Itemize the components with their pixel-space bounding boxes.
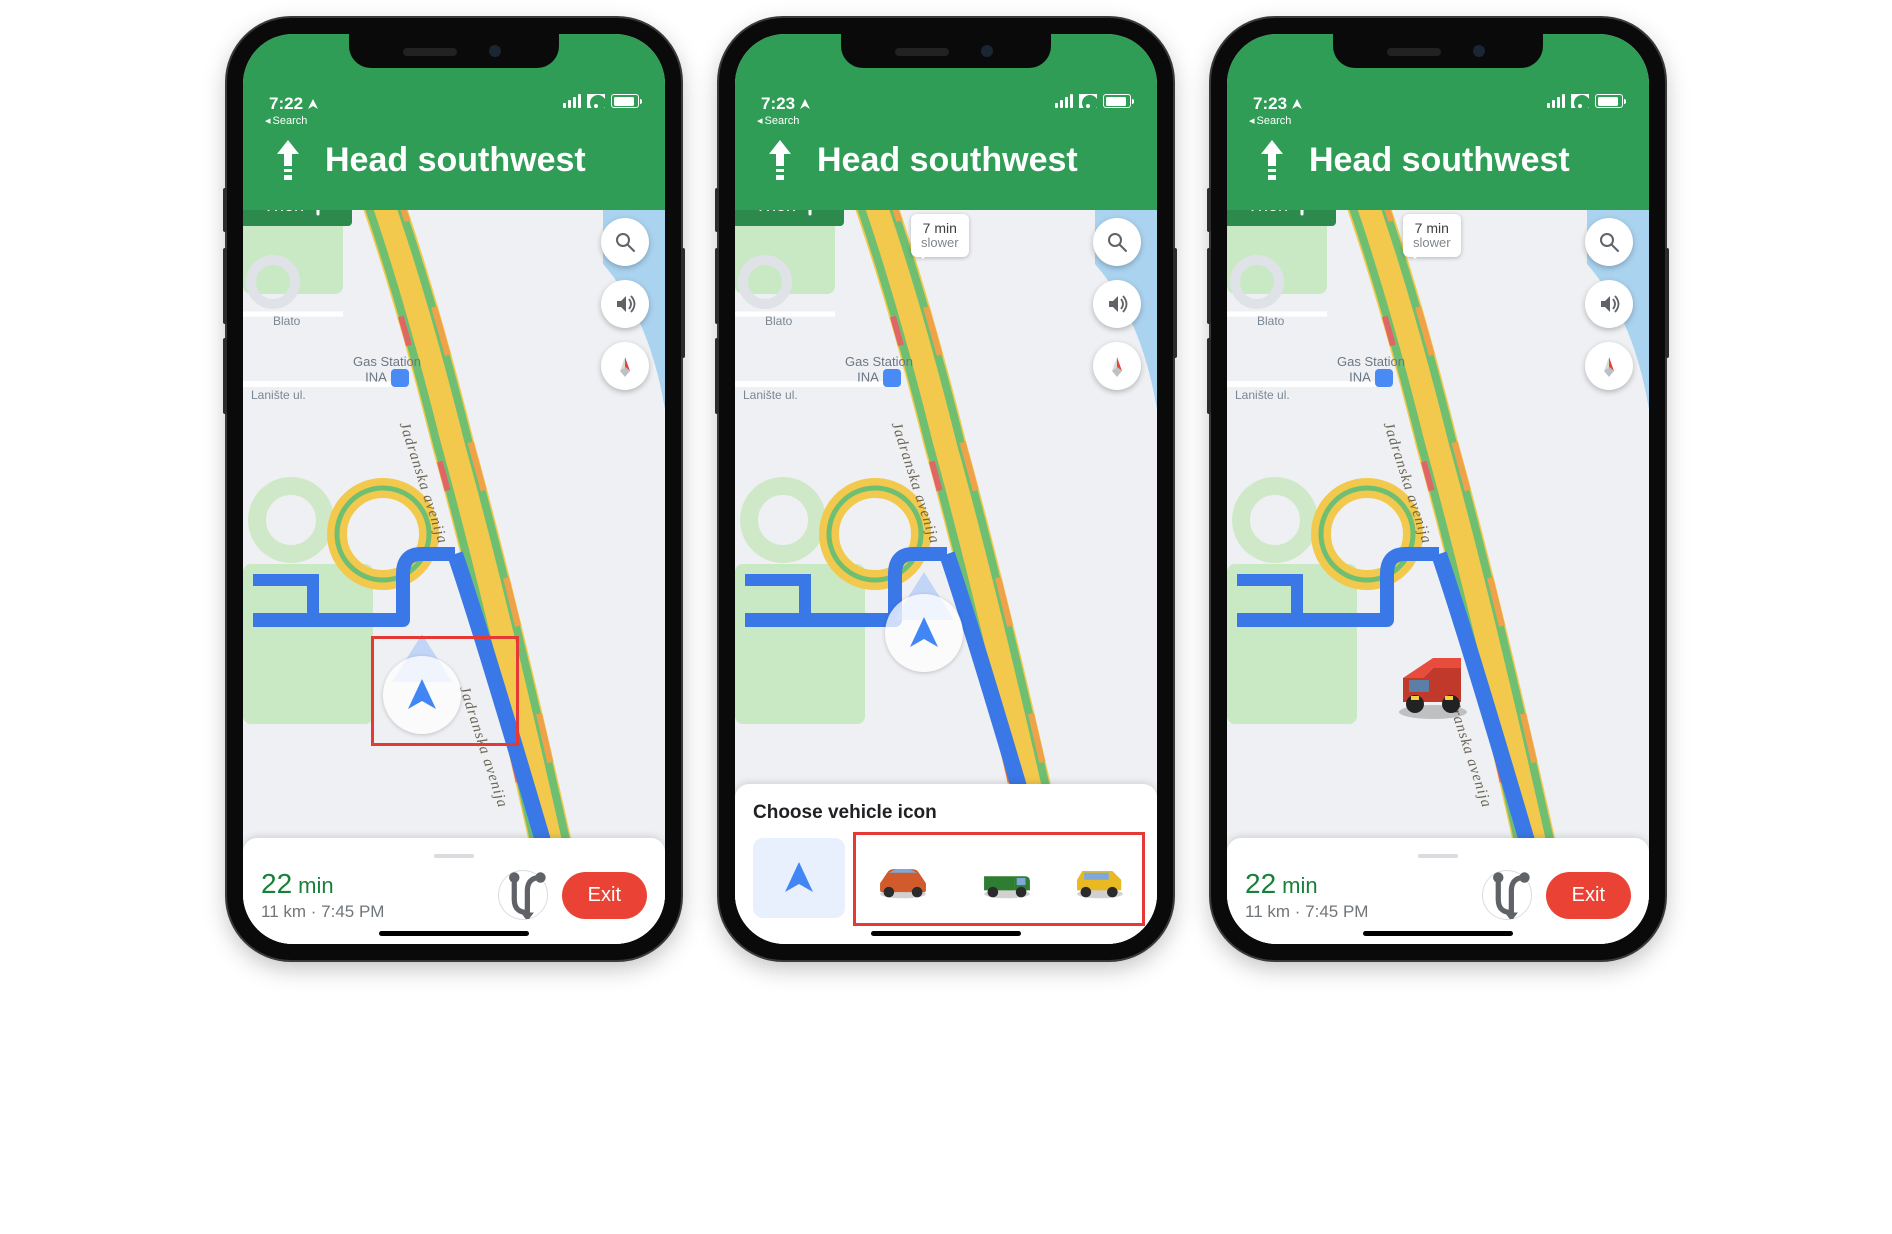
battery-icon xyxy=(1103,94,1131,108)
audio-button[interactable] xyxy=(601,280,649,328)
search-icon xyxy=(614,231,636,253)
direction-arrow-icon xyxy=(1257,138,1287,182)
wifi-icon xyxy=(1079,94,1097,108)
vehicle-sheet[interactable]: Choose vehicle icon xyxy=(735,784,1157,944)
exit-button[interactable]: Exit xyxy=(1546,872,1631,919)
eta-sheet[interactable]: 22min 11 km · 7:45 PM Exit xyxy=(243,838,665,944)
wifi-icon xyxy=(1571,94,1589,108)
status-bar: 7:23 ◂ Search xyxy=(1227,84,1649,130)
map-label-laniste: Lanište ul. xyxy=(1235,388,1290,402)
exit-button[interactable]: Exit xyxy=(562,872,647,919)
eta-minutes: 22 xyxy=(261,868,292,899)
compass-button[interactable] xyxy=(1585,342,1633,390)
home-indicator xyxy=(1363,931,1513,936)
highlight-box xyxy=(371,636,519,746)
back-to-search[interactable]: ◂ Search xyxy=(1249,114,1291,127)
map-canvas[interactable]: Blato Gas Station INA Lanište ul. Jadran… xyxy=(243,184,665,944)
vehicle-option-arrow[interactable] xyxy=(753,838,845,918)
status-time: 7:23 xyxy=(761,94,795,114)
notch xyxy=(841,34,1051,68)
location-icon xyxy=(799,98,811,110)
nav-arrow-icon xyxy=(906,615,942,651)
vehicle-marker[interactable] xyxy=(1387,644,1479,727)
compass-icon xyxy=(614,355,636,377)
back-to-search[interactable]: ◂ Search xyxy=(265,114,307,127)
search-button[interactable] xyxy=(1093,218,1141,266)
map-poi-gas: Gas Station INA xyxy=(845,354,913,387)
map-poi-gas: Gas Station INA xyxy=(353,354,421,387)
map-label-laniste: Lanište ul. xyxy=(251,388,306,402)
direction-text: Head southwest xyxy=(817,141,1078,180)
map-poi-gas: Gas Station INA xyxy=(1337,354,1405,387)
signal-icon xyxy=(563,94,581,108)
grabber[interactable] xyxy=(1418,854,1458,858)
eta-sub: 11 km · 7:45 PM xyxy=(261,902,384,922)
wifi-icon xyxy=(587,94,605,108)
search-button[interactable] xyxy=(601,218,649,266)
volume-icon xyxy=(1598,293,1620,315)
home-indicator xyxy=(871,931,1021,936)
nav-arrow-icon xyxy=(781,860,817,896)
vehicle-title: Choose vehicle icon xyxy=(753,802,1139,824)
compass-button[interactable] xyxy=(601,342,649,390)
home-indicator xyxy=(379,931,529,936)
slower-tooltip: 7 minslower xyxy=(911,214,969,257)
map-canvas[interactable]: 7 minslower Blato Gas Station INA Laništ… xyxy=(735,184,1157,944)
location-marker[interactable] xyxy=(885,594,963,672)
phone-3: 7:23 ◂ Search Head southwest Then 7 xyxy=(1211,18,1665,960)
notch xyxy=(349,34,559,68)
signal-icon xyxy=(1055,94,1073,108)
grabber[interactable] xyxy=(434,854,474,858)
map-canvas[interactable]: 7 minslower Blato Gas Station INA Laništ… xyxy=(1227,184,1649,944)
direction-text: Head southwest xyxy=(1309,141,1570,180)
gas-pin-icon xyxy=(1375,369,1393,387)
direction-arrow-icon xyxy=(765,138,795,182)
battery-icon xyxy=(1595,94,1623,108)
status-time: 7:23 xyxy=(1253,94,1287,114)
alt-route-icon xyxy=(1483,871,1531,919)
phone-2: 7:23 ◂ Search Head southwest Then 7 xyxy=(719,18,1173,960)
direction-text: Head southwest xyxy=(325,141,586,180)
map-label-blato: Blato xyxy=(273,314,300,328)
compass-icon xyxy=(1106,355,1128,377)
audio-button[interactable] xyxy=(1093,280,1141,328)
volume-icon xyxy=(614,293,636,315)
status-bar: 7:22 ◂ Search xyxy=(243,84,665,130)
map-label-laniste: Lanište ul. xyxy=(743,388,798,402)
gas-pin-icon xyxy=(883,369,901,387)
gas-pin-icon xyxy=(391,369,409,387)
search-icon xyxy=(1106,231,1128,253)
eta-sub: 11 km · 7:45 PM xyxy=(1245,902,1368,922)
truck-red-icon xyxy=(1387,644,1479,722)
eta-sheet[interactable]: 22min 11 km · 7:45 PM Exit xyxy=(1227,838,1649,944)
battery-icon xyxy=(611,94,639,108)
volume-icon xyxy=(1106,293,1128,315)
highlight-box xyxy=(853,832,1145,926)
signal-icon xyxy=(1547,94,1565,108)
audio-button[interactable] xyxy=(1585,280,1633,328)
status-time: 7:22 xyxy=(269,94,303,114)
location-icon xyxy=(1291,98,1303,110)
back-to-search[interactable]: ◂ Search xyxy=(757,114,799,127)
status-bar: 7:23 ◂ Search xyxy=(735,84,1157,130)
notch xyxy=(1333,34,1543,68)
search-button[interactable] xyxy=(1585,218,1633,266)
location-icon xyxy=(307,98,319,110)
direction-arrow-icon xyxy=(273,138,303,182)
slower-tooltip: 7 minslower xyxy=(1403,214,1461,257)
compass-button[interactable] xyxy=(1093,342,1141,390)
alt-route-button[interactable] xyxy=(1482,870,1532,920)
map-label-blato: Blato xyxy=(765,314,792,328)
alt-route-icon xyxy=(499,871,547,919)
eta-minutes: 22 xyxy=(1245,868,1276,899)
alt-route-button[interactable] xyxy=(498,870,548,920)
map-label-blato: Blato xyxy=(1257,314,1284,328)
search-icon xyxy=(1598,231,1620,253)
phone-1: 7:22 ◂ Search Head southwest Then B xyxy=(227,18,681,960)
compass-icon xyxy=(1598,355,1620,377)
